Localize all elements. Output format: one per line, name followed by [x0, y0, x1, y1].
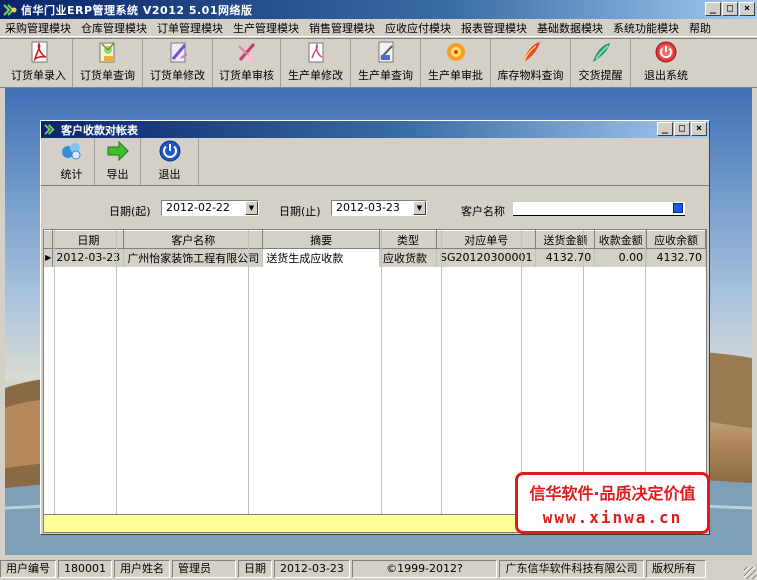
menu-sales[interactable]: 销售管理模块 [304, 20, 380, 36]
order-query-button[interactable]: 订货单查询 [73, 39, 143, 87]
quill-icon [588, 40, 614, 64]
order-edit-button[interactable]: 订货单修改 [143, 39, 213, 87]
column-header-delivery-amount[interactable]: 送货金额 [535, 230, 596, 249]
flower-document-icon [95, 40, 121, 64]
table-row[interactable]: ▶ 2012-03-23 广州怡家装饰工程有限公司 送货生成应收款 应收货款 S… [44, 248, 706, 267]
column-header-type[interactable]: 类型 [379, 230, 437, 249]
minimize-button[interactable]: _ [705, 2, 721, 16]
column-header-summary[interactable]: 摘要 [262, 230, 380, 249]
child-title: 客户收款对帐表 [61, 123, 138, 137]
app-title: 信华门业ERP管理系统 V2012 5.01网络版 [21, 3, 253, 17]
date-to-label: 日期(止) [279, 205, 321, 218]
order-entry-button[interactable]: 订货单录入 [5, 39, 73, 87]
watermark-url: www.xinwa.cn [542, 508, 683, 527]
status-copyright: ©1999-2012? [352, 559, 497, 578]
main-title-bar: 信华门业ERP管理系统 V2012 5.01网络版 _ □ × [0, 0, 757, 19]
child-toolbar: 统计 导出 退出 [41, 138, 709, 186]
close-button[interactable]: × [739, 2, 755, 16]
date-from-picker[interactable]: 2012-02-22 ▼ [161, 200, 259, 216]
customer-name-input[interactable] [513, 202, 685, 216]
maximize-button[interactable]: □ [722, 2, 738, 16]
menu-purchase[interactable]: 采购管理模块 [0, 20, 76, 36]
delivery-reminder-button[interactable]: 交货提醒 [571, 39, 631, 87]
date-from-label: 日期(起) [109, 205, 151, 218]
lookup-icon[interactable] [673, 203, 683, 213]
status-rights: 版权所有 [646, 559, 706, 578]
date-to-picker[interactable]: 2012-03-23 ▼ [331, 200, 427, 216]
status-date: 2012-03-23 [274, 559, 350, 578]
menu-order[interactable]: 订单管理模块 [152, 20, 228, 36]
menu-reports[interactable]: 报表管理模块 [456, 20, 532, 36]
watermark-slogan: 信华软件·品质决定价值 [529, 484, 696, 503]
export-button[interactable]: 导出 [95, 138, 141, 185]
document-pdf-icon [26, 40, 52, 64]
status-user-name-label: 用户姓名 [114, 559, 170, 578]
menu-receivables[interactable]: 应收应付模块 [380, 20, 456, 36]
stats-button[interactable]: 统计 [49, 138, 95, 185]
document-edit-icon [303, 40, 329, 64]
menu-system[interactable]: 系统功能模块 [608, 20, 684, 36]
chevron-down-icon[interactable]: ▼ [245, 201, 258, 215]
cell-balance[interactable]: 4132.70 [646, 248, 706, 267]
production-edit-button[interactable]: 生产单修改 [281, 39, 351, 87]
power-icon [158, 140, 182, 162]
cell-delivery-amount[interactable]: 4132.70 [535, 248, 596, 267]
pen-check-icon [234, 40, 260, 64]
order-approve-button[interactable]: 订货单审核 [213, 39, 281, 87]
chevron-down-icon[interactable]: ▼ [413, 201, 426, 215]
cell-type[interactable]: 应收货款 [379, 248, 437, 267]
flower-icon [443, 40, 469, 64]
menu-bar: 采购管理模块 仓库管理模块 订单管理模块 生产管理模块 销售管理模块 应收应付模… [0, 19, 757, 37]
column-header-received-amount[interactable]: 收款金额 [594, 230, 648, 249]
column-header-balance[interactable]: 应收余额 [646, 230, 706, 249]
exit-icon [653, 40, 679, 64]
resize-grip-icon[interactable] [744, 567, 756, 579]
grid-header-row: 日期 客户名称 摘要 类型 对应单号 送货金额 收款金额 应收余额 [44, 230, 706, 249]
filter-panel: 日期(起) 2012-02-22 ▼ 日期(止) 2012-03-23 ▼ 客户… [41, 187, 709, 227]
stats-icon [60, 140, 84, 162]
document-search-icon [373, 40, 399, 64]
status-bar: 用户编号 180001 用户姓名 管理员 日期 2012-03-23 ©1999… [0, 557, 757, 580]
arrow-right-icon [106, 140, 130, 162]
cell-customer[interactable]: 广州怡家装饰工程有限公司 [123, 248, 264, 267]
status-date-label: 日期 [238, 559, 272, 578]
status-user-name: 管理员 [172, 559, 236, 578]
status-user-no: 180001 [58, 559, 112, 578]
app-logo-icon [3, 3, 17, 17]
child-minimize-button[interactable]: _ [657, 122, 673, 136]
inventory-query-button[interactable]: 库存物料查询 [491, 39, 571, 87]
status-company: 广东信华软件科技有限公司 [499, 559, 644, 578]
column-header-customer[interactable]: 客户名称 [123, 230, 264, 249]
cell-date[interactable]: 2012-03-23 [52, 248, 125, 267]
child-title-bar: 客户收款对帐表 _ □ × [41, 121, 709, 138]
menu-help[interactable]: 帮助 [684, 20, 716, 36]
main-toolbar: 订货单录入 订货单查询 订货单修改 订货单审核 生产单修改 生产单查询 生产单审… [0, 38, 757, 88]
menu-basedata[interactable]: 基础数据模块 [532, 20, 608, 36]
child-maximize-button[interactable]: □ [674, 122, 690, 136]
production-approve-button[interactable]: 生产单审批 [421, 39, 491, 87]
promo-watermark: 信华软件·品质决定价值 www.xinwa.cn [515, 472, 710, 534]
menu-warehouse[interactable]: 仓库管理模块 [76, 20, 152, 36]
customer-name-label: 客户名称 [461, 205, 505, 218]
pen-document-icon [165, 40, 191, 64]
column-header-date[interactable]: 日期 [52, 230, 125, 249]
cell-summary[interactable]: 送货生成应收款 [262, 248, 380, 267]
menu-production[interactable]: 生产管理模块 [228, 20, 304, 36]
production-query-button[interactable]: 生产单查询 [351, 39, 421, 87]
child-logo-icon [44, 123, 57, 136]
feather-icon [518, 40, 544, 64]
row-indicator-icon: ▶ [44, 248, 54, 267]
child-close-button[interactable]: × [691, 122, 707, 136]
cell-received-amount[interactable]: 0.00 [594, 248, 648, 267]
status-user-no-label: 用户编号 [0, 559, 56, 578]
child-exit-button[interactable]: 退出 [141, 138, 199, 185]
exit-system-button[interactable]: 退出系统 [631, 39, 701, 87]
